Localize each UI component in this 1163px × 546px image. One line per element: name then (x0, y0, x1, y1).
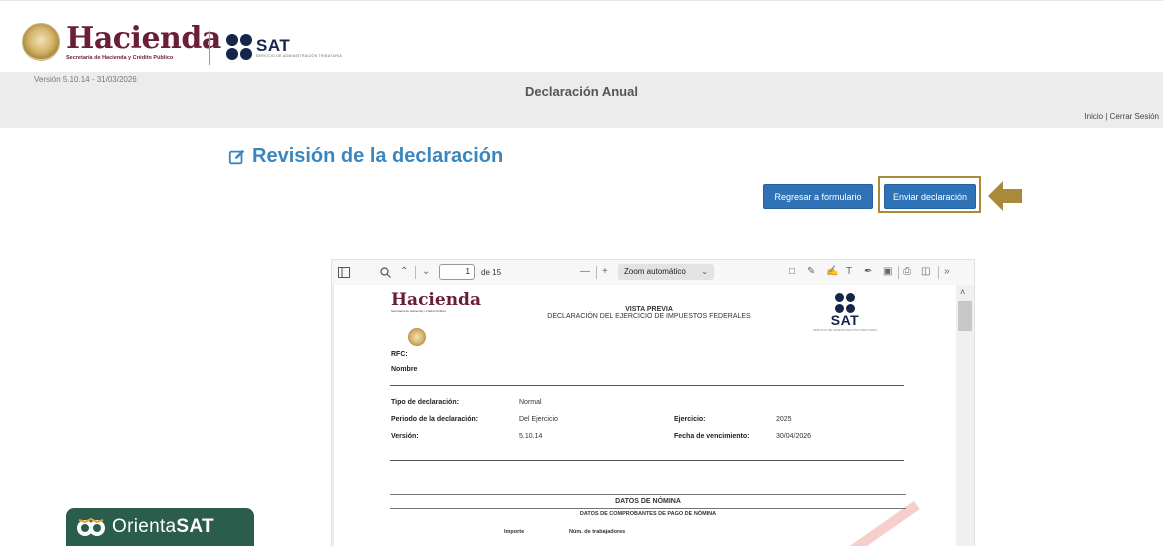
left-arrow-icon (988, 181, 1022, 211)
nombre-label: Nombre (391, 366, 418, 373)
orienta-sat-label: OrientaSAT (112, 516, 214, 537)
highlight-icon[interactable]: ✍ (826, 265, 838, 279)
header: Hacienda Secretaría de Hacienda y Crédit… (0, 0, 1163, 72)
zoom-value: Zoom automático (624, 267, 686, 276)
version-label: Versión 5.10.14 - 31/03/2026 (34, 75, 137, 84)
hacienda-logo: Hacienda Secretaría de Hacienda y Crédit… (22, 23, 221, 61)
app-title: Declaración Anual (525, 84, 638, 99)
logo-divider (209, 31, 210, 65)
sidebar-toggle-icon[interactable] (338, 267, 350, 278)
text-icon[interactable]: T (846, 265, 852, 279)
scroll-thumb[interactable] (958, 301, 972, 331)
signature-icon[interactable]: ✎ (807, 265, 815, 279)
sat-logo: SAT SERVICIO DE ADMINISTRACIÓN TRIBUTARI… (226, 34, 342, 60)
session-links: Inicio | Cerrar Sesión (1084, 112, 1159, 121)
section-subtitle: DATOS DE COMPROBANTES DE PAGO DE NÓMINA (579, 511, 717, 517)
back-to-form-button[interactable]: Regresar a formulario (763, 184, 873, 209)
tipo-value: Normal (519, 399, 542, 406)
doc-sat-logo: SAT SERVICIO DE ADMINISTRACIÓN TRIBUTARI… (800, 293, 890, 332)
hacienda-logo-subtitle: Secretaría de Hacienda y Crédito Público (66, 54, 174, 61)
doc-sat-text: SAT (830, 312, 860, 328)
owl-icon (77, 517, 105, 536)
version-doc-label: Versión: (391, 433, 419, 440)
page-number-input[interactable]: 1 (439, 264, 475, 280)
col-importe: Importe (504, 529, 525, 535)
orienta-sat-badge[interactable]: OrientaSAT (66, 508, 254, 546)
doc-preview-label: VISTA PREVIA (625, 306, 673, 313)
save-icon[interactable]: ◫ (921, 265, 930, 279)
national-seal-icon (22, 23, 60, 61)
image-icon[interactable]: ▣ (883, 265, 892, 279)
periodo-value: Del Ejercicio (519, 416, 558, 423)
app-bar: Versión 5.10.14 - 31/03/2026 Declaración… (0, 72, 1163, 128)
sat-logo-text: SAT (256, 35, 291, 55)
ejercicio-label: Ejercicio: (674, 416, 706, 423)
sat-dots-icon (226, 34, 252, 60)
version-doc-value: 5.10.14 (519, 433, 543, 440)
sat-logo-subtitle: SERVICIO DE ADMINISTRACIÓN TRIBUTARIA (256, 53, 343, 58)
inicio-link[interactable]: Inicio (1084, 112, 1103, 121)
more-tools-icon[interactable]: » (944, 265, 950, 279)
doc-rule (390, 460, 904, 461)
section-title: DATOS DE NÓMINA (390, 494, 906, 509)
comment-icon[interactable]: □ (789, 265, 795, 279)
zoom-select[interactable]: Zoom automático ⌄ (618, 264, 714, 280)
tipo-label: Tipo de declaración: (391, 399, 459, 406)
doc-sat-dots-icon (835, 293, 855, 313)
hacienda-logo-text: Hacienda (66, 20, 221, 56)
search-icon[interactable] (380, 267, 391, 278)
rfc-label: RFC: (391, 351, 408, 358)
link-separator: | (1105, 112, 1108, 121)
pdf-toolbar: ⌃ ⌄ 1 de 15 — + Zoom automático ⌄ □ ✎ ✍ … (332, 260, 974, 285)
send-declaration-button[interactable]: Enviar declaración (884, 184, 976, 209)
doc-hacienda-text: Hacienda (391, 290, 481, 310)
page-title-text: Revisión de la declaración (252, 145, 504, 167)
doc-title: DECLARACIÓN DEL EJERCICIO DE IMPUESTOS F… (547, 313, 751, 320)
doc-rule (390, 385, 904, 386)
ejercicio-value: 2025 (776, 416, 792, 423)
zoom-in-icon[interactable]: + (602, 265, 608, 279)
pdf-viewer: ⌃ ⌄ 1 de 15 — + Zoom automático ⌄ □ ✎ ✍ … (331, 259, 975, 546)
doc-title-block: VISTA PREVIA DECLARACIÓN DEL EJERCICIO D… (524, 306, 774, 320)
edit-icon (228, 149, 245, 164)
chevron-down-icon: ⌄ (701, 267, 708, 276)
cerrar-sesion-link[interactable]: Cerrar Sesión (1110, 112, 1159, 121)
draw-icon[interactable]: ✒ (864, 265, 872, 279)
col-trabajadores: Núm. de trabajadores (569, 529, 626, 535)
page-count: de 15 (481, 268, 502, 277)
doc-sat-subtitle: SERVICIO DE ADMINISTRACIÓN TRIBUTARIA (812, 328, 878, 332)
print-icon[interactable]: ⎙ (903, 265, 911, 279)
vencimiento-label: Fecha de vencimiento: (674, 433, 750, 440)
page-title: Revisión de la declaración (228, 145, 503, 168)
doc-hacienda-logo: Hacienda Secretaría de Hacienda y Crédit… (391, 291, 481, 313)
previous-page-icon[interactable]: ⌃ (400, 265, 408, 279)
page: Hacienda Secretaría de Hacienda y Crédit… (0, 0, 1163, 546)
pdf-page: Hacienda Secretaría de Hacienda y Crédit… (334, 285, 956, 546)
doc-seal-icon (408, 328, 426, 346)
zoom-out-icon[interactable]: — (580, 265, 590, 279)
next-page-icon[interactable]: ⌄ (422, 265, 430, 279)
scroll-up-icon[interactable]: ˄ (960, 287, 965, 297)
vencimiento-value: 30/04/2026 (776, 433, 812, 440)
periodo-label: Periodo de la declaración: (391, 416, 479, 423)
pdf-scrollbar[interactable]: ˄ (956, 285, 974, 546)
